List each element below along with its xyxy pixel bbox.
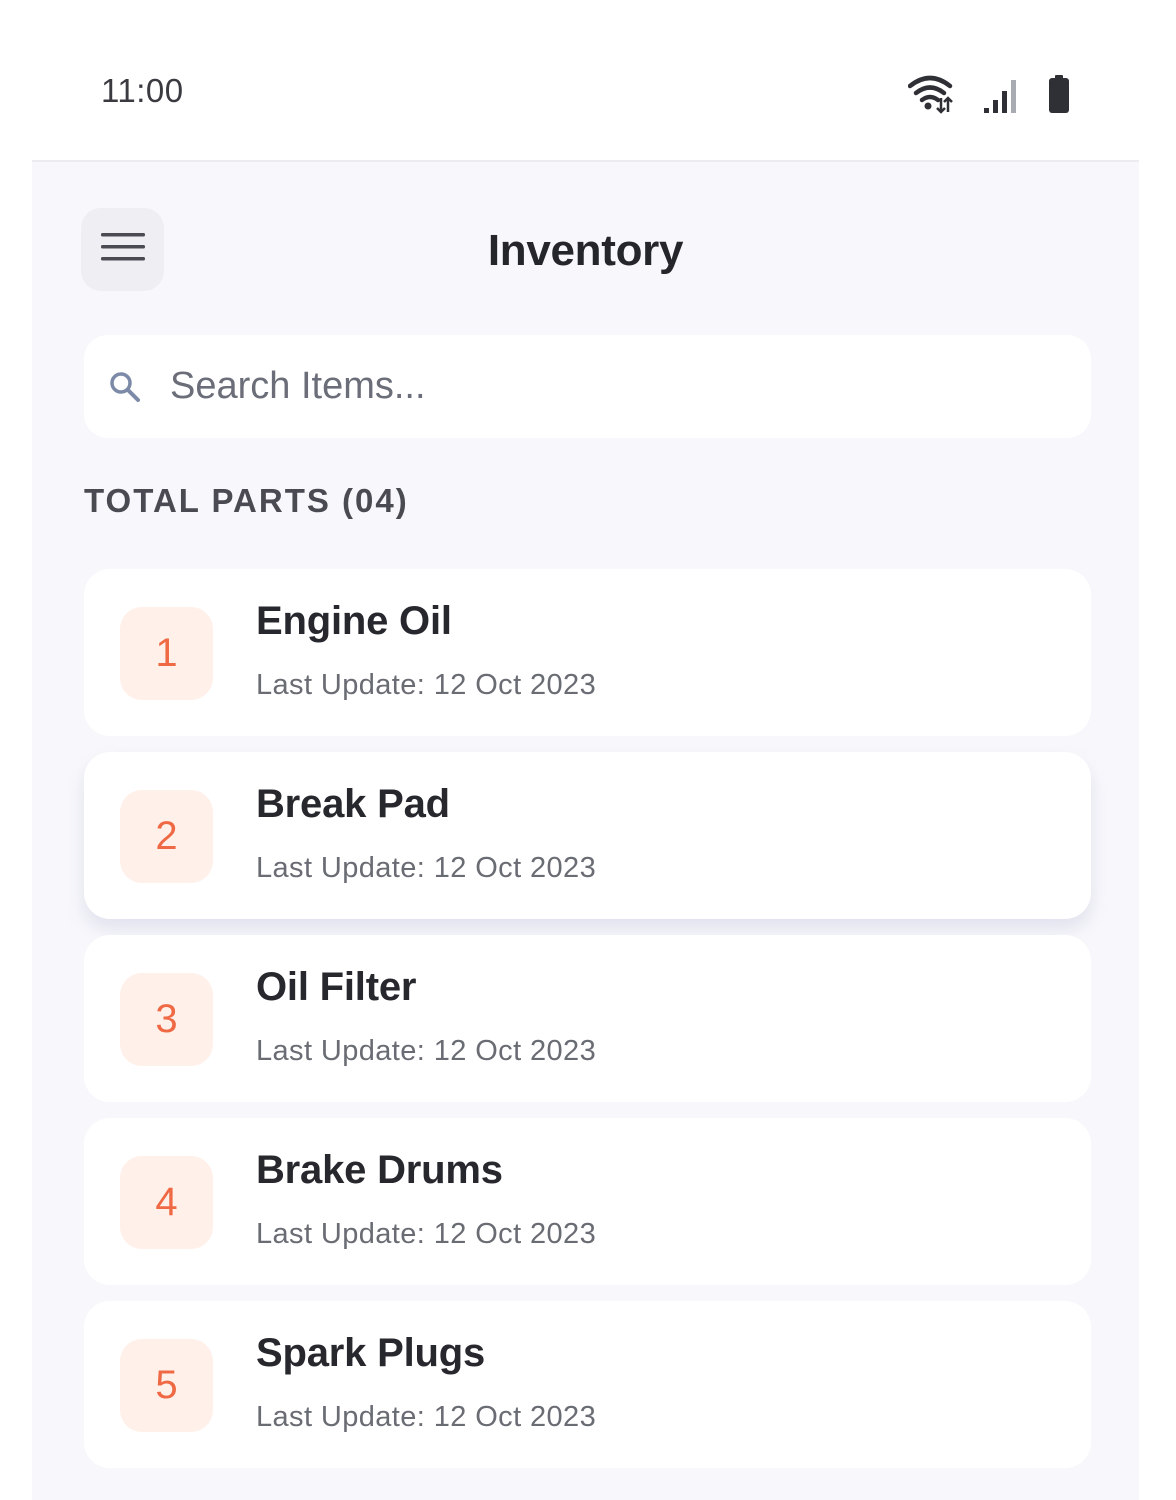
- parts-list: 1 Engine Oil Last Update: 12 Oct 2023 2 …: [84, 569, 1091, 1484]
- total-parts-heading: TOTAL PARTS (04): [84, 482, 409, 519]
- part-last-update: Last Update: 12 Oct 2023: [256, 1401, 597, 1433]
- part-index-badge: 1: [120, 607, 213, 700]
- part-name: Break Pad: [256, 782, 450, 826]
- part-name: Oil Filter: [256, 965, 417, 1009]
- list-item[interactable]: 5 Spark Plugs Last Update: 12 Oct 2023: [84, 1301, 1091, 1468]
- list-item[interactable]: 3 Oil Filter Last Update: 12 Oct 2023: [84, 935, 1091, 1102]
- part-name: Brake Drums: [256, 1148, 503, 1192]
- part-last-update: Last Update: 12 Oct 2023: [256, 852, 597, 884]
- status-time: 11:00: [101, 72, 184, 109]
- search-input[interactable]: [170, 357, 1050, 415]
- cellular-signal-icon: [982, 78, 1020, 114]
- part-last-update: Last Update: 12 Oct 2023: [256, 1035, 597, 1067]
- status-icons: [908, 72, 1070, 114]
- page-title: Inventory: [487, 226, 684, 275]
- part-last-update: Last Update: 12 Oct 2023: [256, 669, 597, 701]
- part-index-badge: 5: [120, 1339, 213, 1432]
- list-item[interactable]: 4 Brake Drums Last Update: 12 Oct 2023: [84, 1118, 1091, 1285]
- inventory-screen: Inventory TOTAL PARTS (04) 1 Engine Oil …: [32, 160, 1139, 1500]
- battery-icon: [1048, 74, 1070, 114]
- part-index-badge: 2: [120, 790, 213, 883]
- list-item[interactable]: 2 Break Pad Last Update: 12 Oct 2023: [84, 752, 1091, 919]
- part-index-badge: 3: [120, 973, 213, 1066]
- part-name: Engine Oil: [256, 599, 452, 643]
- status-bar: 11:00: [0, 0, 1176, 160]
- search-box[interactable]: [84, 335, 1091, 438]
- part-name: Spark Plugs: [256, 1331, 485, 1375]
- search-icon: [108, 370, 142, 409]
- part-last-update: Last Update: 12 Oct 2023: [256, 1218, 597, 1250]
- part-index-badge: 4: [120, 1156, 213, 1249]
- list-item[interactable]: 1 Engine Oil Last Update: 12 Oct 2023: [84, 569, 1091, 736]
- wifi-icon: [908, 74, 954, 114]
